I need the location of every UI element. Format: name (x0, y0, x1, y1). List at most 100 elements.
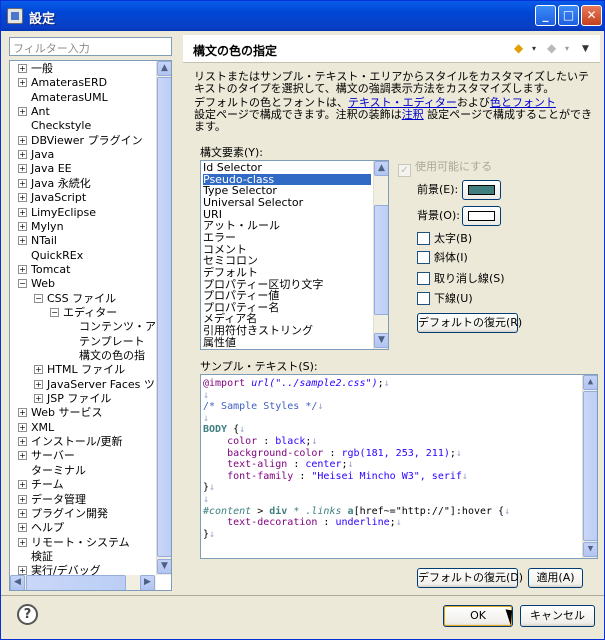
tree-item[interactable]: + XML (18, 421, 54, 435)
expand-icon[interactable]: + (18, 78, 27, 88)
expand-icon[interactable]: + (34, 365, 43, 375)
expand-icon[interactable]: + (18, 508, 27, 518)
underline-checkbox[interactable] (417, 292, 430, 305)
enable-checkbox-row[interactable]: ✓ 使用可能にする (398, 160, 492, 177)
tree-item[interactable]: + JSP ファイル (34, 392, 111, 406)
bold-checkbox-row[interactable]: 太字(B) (417, 232, 472, 246)
ok-button[interactable]: OK (443, 605, 513, 627)
expand-icon[interactable]: + (18, 537, 27, 547)
tree-item[interactable]: + Java 永続化 (18, 177, 91, 191)
close-button[interactable]: ✕ (581, 5, 602, 26)
scroll-right-arrow-icon[interactable]: ▶ (140, 575, 155, 590)
tree-item[interactable]: + JavaScript (18, 191, 86, 205)
bold-checkbox[interactable] (417, 232, 430, 245)
tree-vertical-scrollbar[interactable]: ▲ ▼ (156, 61, 171, 575)
minimize-button[interactable]: _ (535, 5, 556, 26)
tree-item[interactable]: AmaterasUML (18, 91, 108, 105)
tree-item[interactable]: + チーム (18, 478, 64, 492)
expand-icon[interactable]: + (34, 394, 43, 404)
syntax-element-item[interactable]: デフォルト (203, 267, 258, 279)
tree-item[interactable]: − エディター (50, 306, 117, 320)
list-scroll-thumb[interactable] (374, 205, 388, 315)
tree-item[interactable]: + Tomcat (18, 263, 70, 277)
view-menu-icon[interactable]: ▼ (582, 44, 589, 54)
tree-item[interactable]: Checkstyle (18, 119, 91, 133)
foreground-color-button[interactable] (462, 180, 501, 200)
strikethrough-checkbox-row[interactable]: 取り消し線(S) (417, 272, 505, 286)
back-dropdown-icon[interactable]: ▾ (532, 44, 536, 53)
tree-item[interactable]: テンプレート (66, 335, 145, 349)
collapse-icon[interactable]: − (34, 293, 43, 303)
scroll-left-arrow-icon[interactable]: ◀ (10, 575, 25, 590)
expand-icon[interactable]: + (18, 221, 27, 231)
tree-item[interactable]: + NTail (18, 234, 57, 248)
title-bar[interactable]: 設定 _ □ ✕ (1, 1, 604, 31)
expand-icon[interactable]: + (18, 523, 27, 533)
cancel-button[interactable]: キャンセル (520, 605, 595, 627)
tree-item[interactable]: コンテンツ・アシ (66, 320, 167, 334)
italic-checkbox[interactable] (417, 251, 430, 264)
expand-icon[interactable]: + (18, 408, 27, 418)
tree-item[interactable]: ターミナル (18, 464, 86, 478)
collapse-icon[interactable]: − (50, 307, 59, 317)
tree-item[interactable]: QuickREx (18, 249, 83, 263)
underline-checkbox-row[interactable]: 下線(U) (417, 292, 473, 306)
expand-icon[interactable]: + (18, 480, 27, 490)
restore-style-default-button[interactable]: デフォルトの復元(R) (417, 313, 522, 333)
tree-item[interactable]: + インストール/更新 (18, 435, 123, 449)
scroll-down-arrow-icon[interactable]: ▼ (157, 559, 171, 574)
forward-dropdown-icon[interactable]: ▾ (565, 44, 569, 53)
sample-text-area[interactable]: @import url("../sample2.css");↓ ↓/* Sampl… (200, 374, 598, 559)
enable-checkbox[interactable]: ✓ (398, 164, 411, 177)
tree-item[interactable]: + Java EE (18, 162, 72, 176)
expand-icon[interactable]: + (34, 379, 43, 389)
tree-item[interactable]: + Web サービス (18, 406, 102, 420)
scroll-up-arrow-icon[interactable]: ▲ (157, 61, 171, 76)
tree-item[interactable]: + ヘルプ (18, 521, 64, 535)
expand-icon[interactable]: + (18, 64, 27, 73)
tree-item[interactable]: 構文の色の指 (66, 349, 145, 363)
horizontal-scroll-thumb[interactable] (26, 575, 126, 590)
tree-item[interactable]: + Ant (18, 105, 50, 119)
syntax-element-item[interactable]: エラー (203, 232, 236, 244)
expand-icon[interactable]: + (18, 437, 27, 447)
expand-icon[interactable]: + (18, 566, 27, 576)
strikethrough-checkbox[interactable] (417, 272, 430, 285)
background-color-button[interactable] (462, 206, 501, 226)
tree-item[interactable]: + リモート・システム (18, 536, 130, 550)
tree-item[interactable]: + AmaterasERD (18, 76, 107, 90)
sample-scroll-down-icon[interactable]: ▼ (583, 542, 597, 557)
list-scroll-up-icon[interactable]: ▲ (374, 161, 388, 176)
sample-scroll-thumb[interactable] (583, 391, 597, 541)
sample-scroll-up-icon[interactable]: ▲ (583, 375, 597, 390)
apply-button[interactable]: 適用(A) (528, 568, 583, 588)
expand-icon[interactable]: + (18, 150, 27, 160)
tree-item[interactable]: + データ管理 (18, 493, 86, 507)
tree-item[interactable]: + Mylyn (18, 220, 64, 234)
annotations-link[interactable]: 注釈 (402, 108, 424, 121)
expand-icon[interactable]: + (18, 236, 27, 246)
tree-item[interactable]: − Web (18, 277, 55, 291)
tree-horizontal-scrollbar[interactable]: ◀ ▶ (10, 575, 156, 590)
collapse-icon[interactable]: − (18, 279, 27, 289)
syntax-element-item[interactable]: プロパティー値 (203, 290, 279, 302)
maximize-button[interactable]: □ (558, 5, 579, 26)
tree-item[interactable]: + HTML ファイル (34, 363, 125, 377)
filter-input[interactable]: フィルター入力 (9, 37, 172, 56)
syntax-element-item[interactable]: 属性値 (203, 337, 236, 349)
syntax-element-item[interactable]: Id Selector (203, 162, 262, 174)
expand-icon[interactable]: + (18, 164, 27, 174)
tree-item[interactable]: 検証 (18, 550, 53, 564)
restore-defaults-button[interactable]: デフォルトの復元(D) (417, 568, 523, 588)
expand-icon[interactable]: + (18, 207, 27, 217)
help-icon[interactable]: ? (17, 604, 38, 625)
syntax-element-item[interactable]: Universal Selector (203, 197, 303, 209)
tree-item[interactable]: − CSS ファイル (34, 292, 116, 306)
expand-icon[interactable]: + (18, 264, 27, 274)
back-arrow-icon[interactable]: ◆ (514, 41, 523, 55)
list-scroll-down-icon[interactable]: ▼ (374, 333, 388, 348)
tree-item[interactable]: + Java (18, 148, 54, 162)
italic-checkbox-row[interactable]: 斜体(I) (417, 251, 468, 265)
expand-icon[interactable]: + (18, 494, 27, 504)
tree-item[interactable]: + プラグイン開発 (18, 507, 108, 521)
